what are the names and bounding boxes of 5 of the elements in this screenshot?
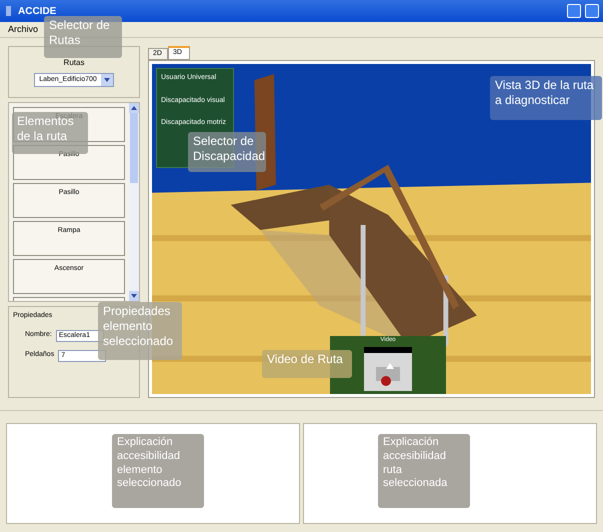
- window-title: ACCIDE: [18, 4, 56, 18]
- routes-label: Rutas: [64, 57, 84, 69]
- annotation-tooltip: Explicación accesibilidad ruta seleccionada: [378, 434, 470, 508]
- annotation-tooltip: Explicación accesibilidad elemento seleccionado: [112, 434, 204, 508]
- annotation-tooltip: Selector de Rutas: [44, 16, 122, 58]
